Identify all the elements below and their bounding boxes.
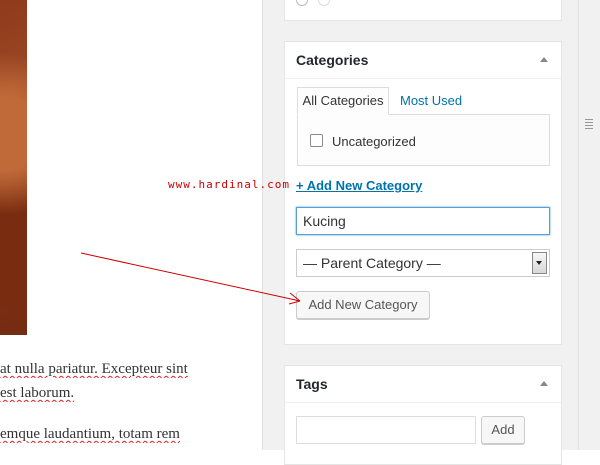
editor-text-line[interactable]: emque laudantium, totam rem <box>0 426 258 443</box>
editor-text-line[interactable]: at nulla pariatur. Excepteur sint <box>0 361 258 378</box>
categories-title: Categories <box>296 52 369 68</box>
box-divider <box>285 78 561 79</box>
tab-most-used[interactable]: Most Used <box>400 93 462 108</box>
add-new-category-link[interactable]: + Add New Category <box>296 178 422 193</box>
box-divider <box>285 402 561 403</box>
category-checkbox[interactable] <box>310 134 323 147</box>
tab-all-categories[interactable]: All Categories <box>297 87 389 115</box>
parent-category-value: — Parent Category — <box>303 255 441 271</box>
tags-input[interactable] <box>296 416 476 444</box>
scrollbar[interactable] <box>578 0 600 450</box>
add-new-category-button[interactable]: Add New Category <box>296 291 430 319</box>
scrollbar-grip[interactable] <box>585 119 593 129</box>
category-label[interactable]: Uncategorized <box>332 134 416 149</box>
triangle-up-icon[interactable] <box>540 57 548 62</box>
chevron-down-icon <box>536 261 542 265</box>
new-category-name-input[interactable] <box>296 207 550 235</box>
editor-text-line[interactable]: est laborum. <box>0 385 258 402</box>
triangle-up-icon[interactable] <box>540 381 548 386</box>
add-tag-button[interactable]: Add <box>481 416 525 444</box>
tags-title: Tags <box>296 376 328 392</box>
watermark: www.hardinal.com <box>168 178 290 191</box>
post-image <box>0 0 27 335</box>
